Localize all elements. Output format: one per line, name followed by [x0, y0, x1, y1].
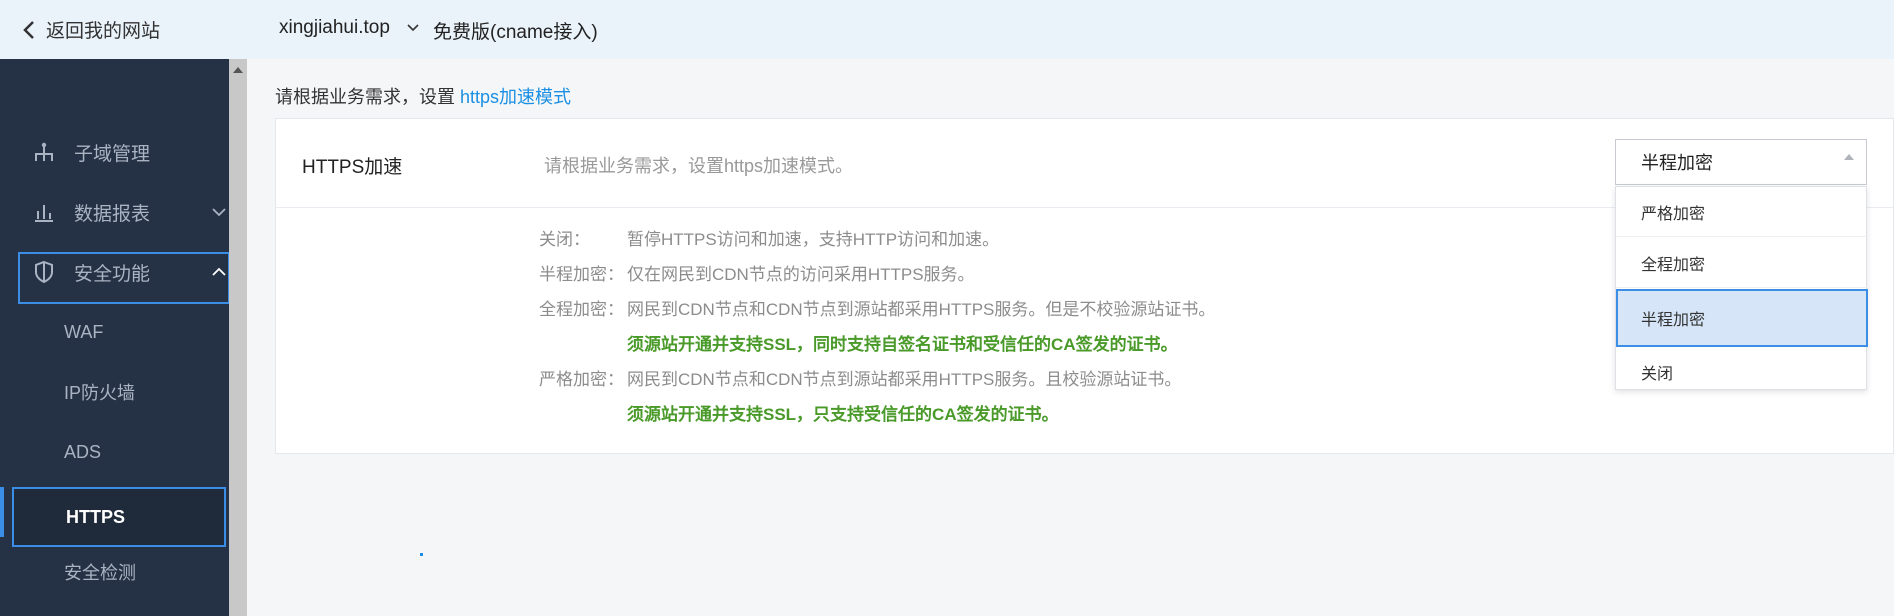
note-line: 半程加密： 仅在网民到CDN节点的访问采用HTTPS服务。: [539, 265, 975, 284]
sidebar-subitem-label: IP防火墙: [64, 383, 136, 403]
domain-label: xingjiahui.top: [279, 17, 390, 38]
select-value: 半程加密: [1641, 153, 1713, 173]
sidebar-item-subdomain[interactable]: 子域管理: [0, 127, 229, 177]
sidebar-subitem-ads[interactable]: ADS: [0, 427, 229, 477]
back-label: 返回我的网站: [46, 21, 161, 42]
security-focus-outline: [18, 252, 230, 304]
sidebar-scrollbar[interactable]: [229, 59, 247, 616]
sidebar-subitem-label: HTTPS: [66, 506, 126, 527]
sidebar: 子域管理 数据报表 安全功能 WAF IP防火墙 ADS HTTPS 安全检测: [0, 59, 230, 616]
sidebar-item-label: 数据报表: [74, 203, 151, 225]
note-line: 严格加密： 网民到CDN节点和CDN节点到源站都采用HTTPS服务。且校验源站证书…: [539, 370, 1182, 389]
sitemap-icon: [32, 140, 56, 164]
https-mode-link[interactable]: https加速模式: [460, 87, 571, 107]
option-off[interactable]: 关闭: [1616, 347, 1868, 397]
sidebar-subitem-label: 安全检测: [64, 563, 136, 583]
bar-chart-icon: [32, 200, 56, 224]
decorative-dot: [420, 553, 423, 556]
sidebar-subitem-label: ADS: [64, 441, 102, 462]
https-setting-label: HTTPS加速: [302, 157, 403, 178]
sidebar-subitem-https[interactable]: HTTPS: [12, 487, 226, 547]
option-strict[interactable]: 严格加密: [1616, 187, 1868, 237]
option-half[interactable]: 半程加密: [1616, 289, 1868, 347]
chevron-left-icon: [23, 20, 34, 39]
option-full[interactable]: 全程加密: [1616, 238, 1868, 288]
chevron-down-icon: [407, 24, 419, 32]
scroll-up-arrow-icon[interactable]: [233, 67, 243, 73]
domain-selector[interactable]: xingjiahui.top: [279, 17, 420, 39]
chevron-down-icon: [212, 208, 226, 217]
https-setting-description: 请根据业务需求，设置https加速模式。: [544, 156, 854, 176]
top-bar: 返回我的网站 xingjiahui.top 免费版(cname接入): [0, 0, 1894, 59]
sidebar-subitem-security-scan[interactable]: 安全检测: [0, 547, 229, 597]
sidebar-subitem-waf[interactable]: WAF: [0, 307, 229, 357]
note-line: 全程加密： 网民到CDN节点和CDN节点到源站都采用HTTPS服务。但是不校验源站…: [539, 300, 1216, 319]
note-warning: 须源站开通并支持SSL，同时支持自签名证书和受信任的CA签发的证书。: [627, 335, 1178, 354]
note-warning: 须源站开通并支持SSL，只支持受信任的CA签发的证书。: [627, 405, 1059, 424]
plan-label: 免费版(cname接入): [433, 22, 598, 43]
sidebar-item-label: 子域管理: [74, 143, 151, 165]
sidebar-subitem-ip-firewall[interactable]: IP防火墙: [0, 367, 229, 417]
intro-prefix: 请根据业务需求，设置: [275, 87, 460, 107]
active-indicator: [0, 487, 4, 537]
note-line: 关闭： 暂停HTTPS访问和加速，支持HTTP访问和加速。: [539, 230, 1000, 249]
caret-up-icon: [1844, 154, 1854, 160]
https-mode-select[interactable]: 半程加密: [1615, 139, 1867, 185]
sidebar-subitem-label: WAF: [64, 321, 104, 342]
mode-notes: 关闭： 暂停HTTPS访问和加速，支持HTTP访问和加速。 半程加密： 仅在网民到C…: [539, 222, 1215, 432]
https-mode-dropdown: 严格加密 全程加密 半程加密 关闭: [1615, 186, 1868, 390]
back-to-my-sites-link[interactable]: 返回我的网站: [22, 16, 160, 43]
intro-text: 请根据业务需求，设置 https加速模式: [275, 83, 571, 109]
sidebar-item-reports[interactable]: 数据报表: [0, 187, 229, 237]
